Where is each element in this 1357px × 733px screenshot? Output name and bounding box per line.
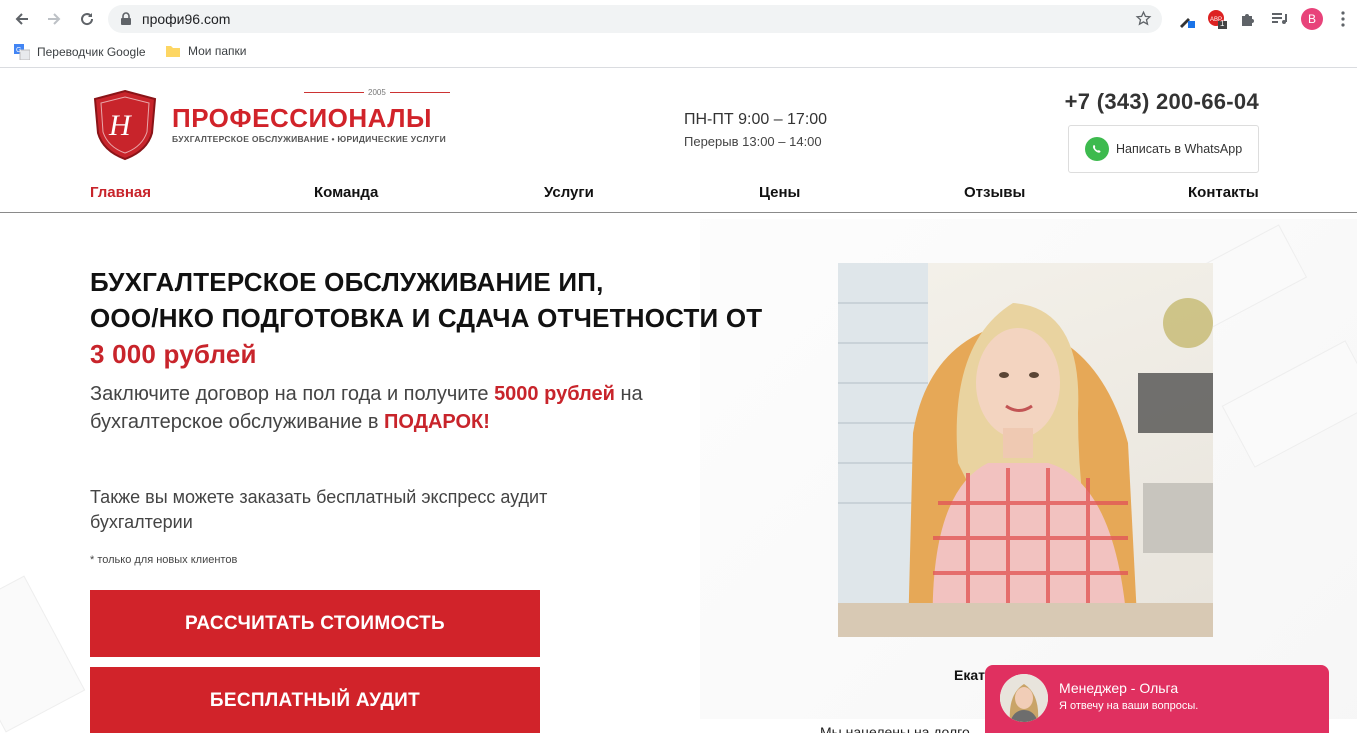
manager-name: Екат <box>954 667 985 683</box>
brand-logo[interactable]: H <box>92 89 158 166</box>
hero-sub-bonus: 5000 рублей <box>494 383 615 405</box>
calculate-cost-button[interactable]: РАССЧИТАТЬ СТОИМОСТЬ <box>90 590 540 657</box>
woman-portrait-image <box>838 263 1213 637</box>
hero-sub-text-1: Заключите договор на пол года и получите <box>90 383 495 405</box>
whatsapp-button[interactable]: Написать в WhatsApp <box>1068 125 1259 173</box>
star-icon[interactable] <box>1135 10 1152 32</box>
adblock-extension-icon[interactable]: ABP 1 <box>1206 8 1228 30</box>
chat-manager-name: Менеджер - Ольга <box>1059 680 1179 696</box>
phone-number[interactable]: +7 (343) 200-66-04 <box>1065 89 1259 115</box>
eyedropper-extension-icon[interactable] <box>1176 8 1198 30</box>
back-button[interactable] <box>11 8 33 30</box>
extension-badge: 1 <box>1220 19 1225 28</box>
shield-logo-icon: H <box>93 89 157 161</box>
hero-title-line2: ООО/НКО ПОДГОТОВКА И СДАЧА ОТЧЕТНОСТИ ОТ <box>90 303 763 333</box>
more-menu-icon[interactable] <box>1332 8 1354 30</box>
web-page: H 2005 ПРОФЕССИОНАЛЫ БУХГАЛТЕРСКОЕ ОБСЛУ… <box>0 69 1357 733</box>
puzzle-extensions-icon[interactable] <box>1237 8 1259 30</box>
hero-title-price: 3 000 рублей <box>90 339 257 369</box>
svg-text:H: H <box>108 109 133 142</box>
hero-sub-gift: ПОДАРОК! <box>384 411 490 433</box>
chat-manager-avatar <box>1000 674 1048 722</box>
manager-description: Мы нацелены на долго <box>820 724 970 733</box>
arrow-left-icon <box>15 13 28 25</box>
free-audit-button[interactable]: БЕСПЛАТНЫЙ АУДИТ <box>90 667 540 733</box>
hero-title-line1: БУХГАЛТЕРСКОЕ ОБСЛУЖИВАНИЕ ИП, <box>90 267 604 297</box>
whatsapp-label: Написать в WhatsApp <box>1116 142 1243 156</box>
chat-message: Я отвечу на ваши вопросы. <box>1059 700 1199 712</box>
whatsapp-icon <box>1085 137 1109 161</box>
reload-icon <box>81 13 94 26</box>
background-key <box>0 575 86 733</box>
bookmarks-bar: G Переводчик Google Мои папки <box>0 38 1357 68</box>
google-translate-icon: G <box>14 44 30 60</box>
chat-widget[interactable]: Менеджер - Ольга Я отвечу на ваши вопрос… <box>985 665 1329 733</box>
break-hours: Перерыв 13:00 – 14:00 <box>684 134 822 149</box>
menu-divider <box>0 212 1357 213</box>
forward-button[interactable] <box>43 8 65 30</box>
brand-name: ПРОФЕССИОНАЛЫ <box>172 103 432 133</box>
folder-icon <box>166 46 180 57</box>
bookmark-label: Мои папки <box>188 44 247 58</box>
browser-toolbar: профи96.com ABP 1 B <box>0 0 1357 38</box>
lock-icon <box>120 12 132 31</box>
manager-photo <box>838 263 1213 637</box>
menu-item-contacts[interactable]: Контакты <box>1188 184 1259 201</box>
url-text: профи96.com <box>142 11 231 27</box>
hero-subtitle: Заключите договор на пол года и получите… <box>90 380 730 436</box>
bookmark-my-folders[interactable]: Мои папки <box>165 44 246 58</box>
svg-text:G: G <box>16 47 21 54</box>
brand-year: 2005 <box>300 88 454 97</box>
profile-avatar[interactable]: B <box>1301 8 1323 30</box>
arrow-right-icon <box>48 13 61 25</box>
menu-item-home[interactable]: Главная <box>90 184 151 201</box>
media-queue-icon[interactable] <box>1268 8 1290 30</box>
bookmark-google-translate[interactable]: G Переводчик Google <box>14 44 146 60</box>
menu-item-services[interactable]: Услуги <box>544 184 594 201</box>
menu-item-team[interactable]: Команда <box>314 184 378 201</box>
new-clients-note: * только для новых клиентов <box>90 554 238 566</box>
menu-item-reviews[interactable]: Отзывы <box>964 184 1025 201</box>
working-hours: ПН-ПТ 9:00 – 17:00 <box>684 111 828 128</box>
hero-title: БУХГАЛТЕРСКОЕ ОБСЛУЖИВАНИЕ ИП, ООО/НКО П… <box>90 264 762 372</box>
address-bar[interactable]: профи96.com <box>108 5 1162 33</box>
audit-offer-text: Также вы можете заказать бесплатный эксп… <box>90 487 548 532</box>
brand-tagline: БУХГАЛТЕРСКОЕ ОБСЛУЖИВАНИЕ • ЮРИДИЧЕСКИЕ… <box>172 134 446 144</box>
bookmark-label: Переводчик Google <box>37 45 146 59</box>
reload-button[interactable] <box>76 8 98 30</box>
menu-item-prices[interactable]: Цены <box>759 184 800 201</box>
main-menu: Главная Команда Услуги Цены Отзывы Конта… <box>90 175 1260 212</box>
